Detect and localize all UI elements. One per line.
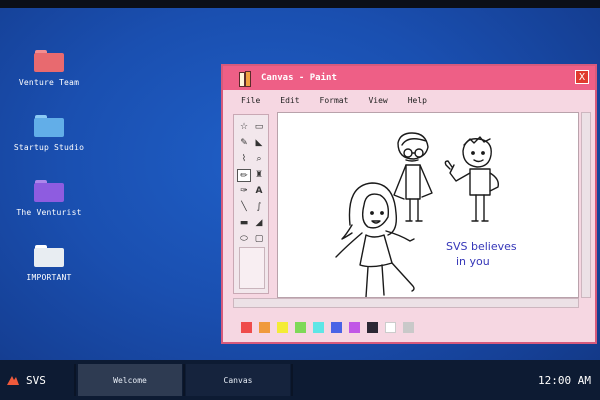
paint-app-icon — [237, 70, 253, 87]
start-label: SVS — [26, 373, 46, 387]
taskbar-item-canvas[interactable]: Canvas — [186, 364, 290, 396]
taskbar-divider — [74, 364, 76, 396]
menu-edit[interactable]: Edit — [280, 96, 299, 105]
color-swatch-orange[interactable] — [259, 322, 270, 333]
desktop-icon-startup-studio[interactable]: Startup Studio — [9, 115, 89, 152]
canvas-text-line-1: SVS believes — [446, 240, 517, 253]
svs-logo-icon — [7, 376, 19, 385]
menu-help[interactable]: Help — [408, 96, 427, 105]
eraser-icon[interactable]: ✎ — [237, 137, 251, 150]
desktop-icon-label: Startup Studio — [13, 143, 85, 152]
airbrush-icon[interactable]: ✑ — [237, 185, 251, 198]
color-swatch-cyan[interactable] — [313, 322, 324, 333]
color-swatch-gray[interactable] — [403, 322, 414, 333]
toolbox: ☆ ▭ ✎ ◣ ⌇ ⌕ ✏ ♜ ✑ A ╲ ∫ ▬ ◢ ⬭ ▢ — [233, 114, 269, 294]
drawing-canvas[interactable]: SVS believes in you — [277, 112, 579, 298]
folder-icon — [34, 180, 64, 202]
color-swatch-yellow[interactable] — [277, 322, 288, 333]
folder-icon — [34, 50, 64, 72]
magnifier-icon[interactable]: ⌕ — [252, 153, 266, 166]
curve-icon[interactable]: ∫ — [252, 201, 266, 214]
menu-format[interactable]: Format — [320, 96, 349, 105]
top-bar — [0, 0, 600, 8]
desktop-icon-important[interactable]: IMPORTANT — [9, 245, 89, 282]
color-swatch-red[interactable] — [241, 322, 252, 333]
color-picker-icon[interactable]: ⌇ — [237, 153, 251, 166]
fill-icon[interactable]: ◣ — [252, 137, 266, 150]
horizontal-scrollbar[interactable] — [233, 298, 579, 308]
folder-icon — [34, 115, 64, 137]
ellipse-icon[interactable]: ⬭ — [237, 233, 251, 246]
desktop-icon-label: The Venturist — [16, 208, 82, 217]
vertical-scrollbar[interactable] — [581, 112, 591, 298]
text-icon[interactable]: A — [252, 185, 266, 198]
color-swatch-black[interactable] — [367, 322, 378, 333]
drawing-head-glasses — [397, 132, 429, 160]
menu-view[interactable]: View — [368, 96, 387, 105]
taskbar-item-welcome[interactable]: Welcome — [78, 364, 182, 396]
rectangle-icon[interactable]: ▬ — [237, 217, 251, 230]
window-title: Canvas - Paint — [261, 73, 337, 83]
menu-file[interactable]: File — [241, 96, 260, 105]
color-palette — [241, 322, 421, 333]
taskbar-clock: 12:00 AM — [538, 373, 591, 387]
desktop-icon-label: IMPORTANT — [26, 273, 72, 282]
color-swatch-purple[interactable] — [349, 322, 360, 333]
tool-options-panel[interactable] — [239, 247, 265, 289]
folder-icon — [34, 245, 64, 267]
desktop-icon-label: Venture Team — [18, 78, 80, 87]
polygon-icon[interactable]: ◢ — [252, 217, 266, 230]
close-button[interactable]: X — [575, 70, 589, 84]
taskbar-divider — [183, 364, 185, 396]
brush-icon[interactable]: ♜ — [252, 169, 266, 182]
rect-select-icon[interactable]: ▭ — [252, 121, 266, 134]
desktop-icon-venture-team[interactable]: Venture Team — [9, 50, 89, 87]
color-swatch-green[interactable] — [295, 322, 306, 333]
taskbar-divider — [291, 364, 293, 396]
start-button[interactable]: SVS — [0, 360, 72, 400]
canvas-handwritten-text: SVS believes in you — [446, 239, 566, 269]
menu-bar: File Edit Format View Help — [223, 92, 595, 108]
color-swatch-blue[interactable] — [331, 322, 342, 333]
line-icon[interactable]: ╲ — [237, 201, 251, 214]
free-select-icon[interactable]: ☆ — [237, 121, 251, 134]
canvas-text-line-2: in you — [456, 255, 490, 268]
paint-window: Canvas - Paint X File Edit Format View H… — [221, 64, 597, 344]
color-swatch-white[interactable] — [385, 322, 396, 333]
canvas-drawing — [335, 132, 500, 297]
rounded-rect-icon[interactable]: ▢ — [252, 233, 266, 246]
pencil-icon[interactable]: ✏ — [237, 169, 251, 182]
taskbar: SVS Welcome Canvas 12:00 AM — [0, 360, 600, 400]
window-titlebar[interactable]: Canvas - Paint X — [223, 66, 595, 90]
desktop-icon-the-venturist[interactable]: The Venturist — [9, 180, 89, 217]
